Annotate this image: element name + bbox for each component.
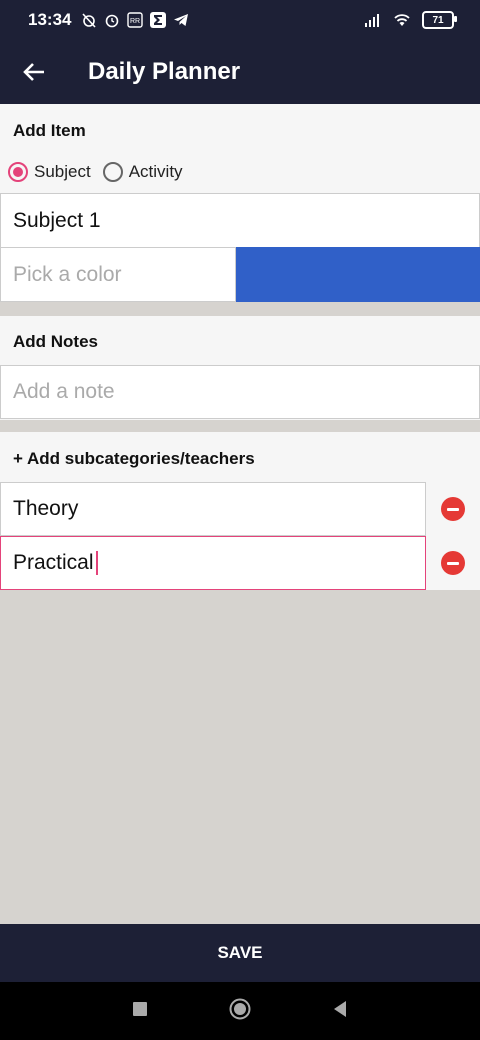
radio-activity[interactable] xyxy=(102,162,123,182)
recents-icon[interactable] xyxy=(132,1001,148,1022)
telegram-icon xyxy=(173,12,189,28)
remove-subcategory-theory-icon[interactable] xyxy=(441,497,465,521)
alarm-icon xyxy=(104,12,120,28)
back-icon[interactable] xyxy=(332,1000,348,1023)
text-cursor xyxy=(95,551,98,575)
page-title: Daily Planner xyxy=(88,58,241,85)
back-arrow-icon[interactable] xyxy=(22,60,46,84)
subject-name-value: Subject 1 xyxy=(13,208,101,232)
signal-icon xyxy=(364,13,382,27)
note-placeholder: Add a note xyxy=(13,380,115,403)
save-button[interactable]: SAVE xyxy=(0,924,480,982)
app-bar: Daily Planner xyxy=(0,40,480,104)
pick-color-placeholder: Pick a color xyxy=(13,262,122,286)
subcategory-input-practical[interactable]: Practical xyxy=(0,536,426,590)
add-item-section: Add Item Subject Activity Subject 1 Pick… xyxy=(0,104,480,302)
subcategory-value: Practical xyxy=(13,551,94,574)
subject-name-field[interactable]: Subject 1 xyxy=(0,193,480,248)
system-nav-bar xyxy=(0,982,480,1040)
subcategories-section: + Add subcategories/teachers Theory Prac… xyxy=(0,432,480,590)
subcategory-value: Theory xyxy=(13,497,79,520)
note-input[interactable]: Add a note xyxy=(0,365,480,419)
color-swatch[interactable] xyxy=(236,247,480,302)
status-time: 13:34 xyxy=(28,10,72,29)
pick-color-field[interactable]: Pick a color xyxy=(0,247,236,302)
status-bar: 13:34 RR 71 xyxy=(0,0,480,40)
add-subcategories-button[interactable]: + Add subcategories/teachers xyxy=(13,449,255,469)
radio-activity-label: Activity xyxy=(128,162,183,181)
home-icon[interactable] xyxy=(228,997,252,1026)
add-item-title: Add Item xyxy=(13,121,86,140)
add-notes-title: Add Notes xyxy=(13,332,98,351)
wifi-icon xyxy=(392,12,412,28)
svg-text:RR: RR xyxy=(130,18,140,25)
subcategory-input-theory[interactable]: Theory xyxy=(0,482,426,536)
radio-subject[interactable] xyxy=(8,162,28,182)
radio-subject-label: Subject xyxy=(34,162,91,181)
alarm-off-icon xyxy=(81,12,97,28)
sigma-icon xyxy=(150,12,167,28)
remove-subcategory-practical-icon[interactable] xyxy=(441,551,465,575)
rr-icon: RR xyxy=(127,12,144,28)
battery-icon: 71 xyxy=(422,11,457,29)
add-notes-section: Add Notes Add a note xyxy=(0,316,480,420)
